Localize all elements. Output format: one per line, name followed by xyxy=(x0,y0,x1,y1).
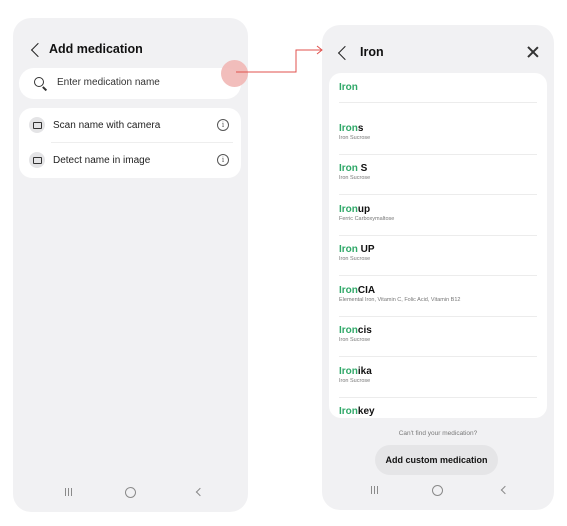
arrow-line xyxy=(236,49,322,73)
result-name: Iron xyxy=(339,82,537,93)
result-item[interactable]: Iron S Iron Sucrose xyxy=(339,163,537,181)
top-bar: Iron xyxy=(322,43,554,63)
result-name-rest: UP xyxy=(357,244,375,255)
results-list: Iron Irons Iron Sucrose Iron S Iron Sucrose I… xyxy=(329,73,547,418)
result-item[interactable]: Irons Iron Sucrose xyxy=(339,123,537,141)
result-name-rest: up xyxy=(357,203,371,215)
divider xyxy=(339,102,537,103)
result-name-match: Iron xyxy=(339,406,358,417)
result-name-match: Iron xyxy=(339,82,358,93)
result-item[interactable]: Iron xyxy=(339,82,537,93)
result-name: Iron UP xyxy=(339,244,537,255)
info-icon[interactable]: i xyxy=(217,119,229,131)
image-icon xyxy=(29,152,45,168)
result-generic-name: Iron Sucrose xyxy=(339,377,371,384)
info-icon[interactable]: i xyxy=(217,154,229,166)
back-icon[interactable] xyxy=(30,42,46,58)
result-name-rest: ika xyxy=(357,365,372,377)
result-name: Irons xyxy=(339,123,537,134)
page-title: Add medication xyxy=(49,42,143,56)
result-name-match: Iron xyxy=(339,244,358,255)
result-item[interactable]: IronkeyIron Sucrose xyxy=(339,406,537,418)
result-item[interactable]: Ironcis Iron Sucrose xyxy=(339,325,537,343)
result-name: Ironkey xyxy=(339,406,537,417)
result-item[interactable]: Ironup Ferric Carboxymaltose xyxy=(339,204,537,222)
result-name-rest: s xyxy=(357,122,364,134)
result-name-match: Iron xyxy=(339,122,358,134)
result-name-rest: S xyxy=(357,163,368,174)
add-custom-medication-button[interactable]: Add custom medication xyxy=(375,445,498,475)
option-label: Detect name in image xyxy=(53,154,151,166)
result-name-rest: CIA xyxy=(357,284,376,296)
divider xyxy=(339,194,537,195)
result-name: Iron S xyxy=(339,163,537,174)
divider xyxy=(339,275,537,276)
search-icon xyxy=(34,77,44,87)
result-name-rest: key xyxy=(357,406,375,417)
divider xyxy=(339,315,537,317)
divider xyxy=(339,153,537,155)
recents-icon[interactable] xyxy=(371,486,379,494)
option-label: Scan name with camera xyxy=(53,119,161,131)
detection-options-card: Scan name with camera i Detect name in i… xyxy=(19,108,241,178)
search-query[interactable]: Iron xyxy=(360,45,384,59)
top-bar: Add medication xyxy=(13,40,248,60)
result-item[interactable]: IronCIA Elemental Iron, Vitamin C, Folic … xyxy=(339,285,537,303)
result-generic-name: Ferric Carboxymaltose xyxy=(339,215,395,222)
detect-image-option[interactable]: Detect name in image i xyxy=(19,143,241,177)
touch-indicator xyxy=(221,60,248,87)
result-generic-name: Iron Sucrose xyxy=(339,337,371,343)
result-name: IronCIA xyxy=(339,285,537,296)
result-item[interactable]: Ironika Iron Sucrose xyxy=(339,366,537,384)
result-name-match: Iron xyxy=(339,365,358,377)
add-medication-screen: Add medication Enter medication name Sca… xyxy=(13,18,248,512)
divider xyxy=(339,234,537,236)
search-input[interactable]: Enter medication name xyxy=(19,68,241,99)
search-results-screen: Iron Iron Irons Iron Sucrose Iron S Iron Suc… xyxy=(322,25,554,510)
result-name-match: Iron xyxy=(339,163,358,174)
scan-camera-option[interactable]: Scan name with camera i xyxy=(19,108,241,142)
back-icon[interactable] xyxy=(337,45,353,61)
nav-back-icon[interactable] xyxy=(500,485,510,495)
divider xyxy=(339,396,537,398)
recents-icon[interactable] xyxy=(65,488,73,496)
camera-icon xyxy=(29,117,45,133)
cant-find-text: Can't find your medication? xyxy=(398,430,478,437)
result-name: Ironika xyxy=(339,366,537,377)
home-icon[interactable] xyxy=(125,487,136,498)
home-icon[interactable] xyxy=(432,485,443,496)
search-placeholder: Enter medication name xyxy=(57,77,160,88)
system-nav-bar xyxy=(13,486,248,498)
result-generic-name: Iron Sucrose xyxy=(339,134,371,141)
result-generic-name: Iron Sucrose xyxy=(339,175,371,181)
result-item[interactable]: Iron UP Iron Sucrose xyxy=(339,244,537,262)
result-name-match: Iron xyxy=(339,203,358,215)
result-name-rest: cis xyxy=(357,325,372,336)
result-name: Ironup xyxy=(339,204,537,215)
system-nav-bar xyxy=(322,484,554,496)
result-generic-name: Elemental Iron, Vitamin C, Folic Acid, V… xyxy=(339,296,461,303)
result-name-match: Iron xyxy=(339,325,358,336)
nav-back-icon[interactable] xyxy=(195,487,205,497)
divider xyxy=(339,356,537,357)
result-name-match: Iron xyxy=(339,284,358,296)
result-name: Ironcis xyxy=(339,325,537,336)
result-generic-name: Iron Sucrose xyxy=(339,256,371,262)
close-icon[interactable] xyxy=(526,45,540,59)
